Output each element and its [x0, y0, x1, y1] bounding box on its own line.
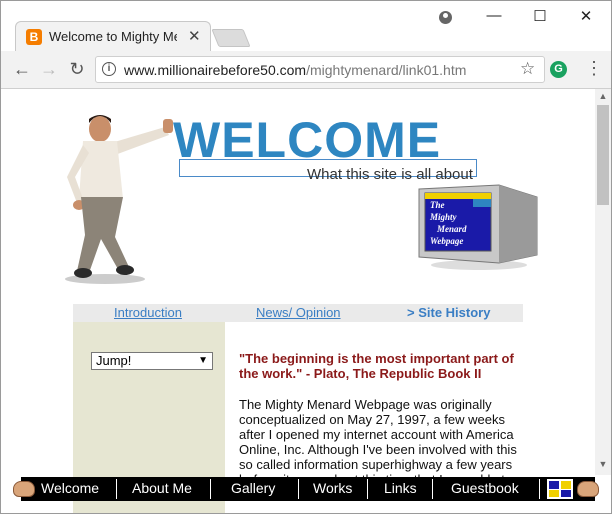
nav-divider	[432, 479, 433, 499]
forward-arrow-icon[interactable]: →	[38, 59, 60, 79]
nav-divider	[116, 479, 117, 499]
scrollbar-thumb[interactable]	[597, 105, 609, 205]
browser-window: B Welcome to Mighty Menard ✕ — ☐ ✕ ← → ↻…	[0, 0, 612, 514]
reload-icon[interactable]: ↻	[66, 59, 88, 79]
nav-gallery[interactable]: Gallery	[231, 480, 275, 496]
dropdown-arrow-icon: ▼	[198, 355, 208, 366]
monitor-logo-line1: The	[430, 200, 445, 210]
man-leaning-image	[65, 115, 173, 284]
jump-selected-value: Jump!	[96, 353, 132, 368]
close-tab-icon[interactable]: ✕	[188, 27, 201, 45]
url-text[interactable]: www.millionairebefore50.com/mightymenard…	[124, 62, 466, 78]
nav-divider	[210, 479, 211, 499]
grammarly-extension-icon[interactable]: G	[550, 61, 567, 78]
tab-title: Welcome to Mighty Menard	[49, 29, 177, 44]
pointing-hand-left-icon	[13, 481, 35, 497]
history-paragraph: The Mighty Menard Webpage was originally…	[239, 397, 517, 487]
account-icon[interactable]	[439, 11, 452, 24]
browser-tab[interactable]: B Welcome to Mighty Menard ✕	[15, 21, 211, 51]
nav-about-me[interactable]: About Me	[132, 480, 192, 496]
minimize-icon[interactable]: —	[484, 7, 504, 24]
tab-strip: B Welcome to Mighty Menard ✕ — ☐ ✕	[1, 1, 611, 51]
nav-guestbook[interactable]: Guestbook	[451, 480, 519, 496]
browser-toolbar: ← → ↻ i www.millionairebefore50.com/migh…	[1, 51, 611, 89]
info-icon[interactable]: i	[102, 62, 116, 76]
vertical-scrollbar[interactable]: ▲ ▼	[595, 89, 611, 475]
nav-works[interactable]: Works	[313, 480, 352, 496]
site-history-label: Site History	[418, 305, 491, 320]
section-menu-bar: Introduction News/ Opinion > Site Histor…	[73, 304, 523, 322]
url-path: /mightymenard/link01.htm	[306, 62, 467, 78]
nav-divider	[298, 479, 299, 499]
scroll-up-icon[interactable]: ▲	[595, 91, 611, 101]
bottom-nav-bar: Welcome About Me Gallery Works Links Gue…	[13, 477, 599, 501]
introduction-link[interactable]: Introduction	[114, 305, 182, 320]
address-bar[interactable]: i www.millionairebefore50.com/mightymena…	[95, 56, 545, 83]
more-menu-icon[interactable]: ⋮	[585, 59, 603, 77]
bookmark-star-icon[interactable]: ☆	[520, 59, 535, 79]
page-viewport: WELCOME What this site is all about The …	[1, 89, 595, 513]
close-window-icon[interactable]: ✕	[576, 7, 596, 25]
nav-welcome[interactable]: Welcome	[41, 480, 99, 496]
site-history-current: > Site History	[407, 305, 490, 320]
pointing-hand-right-icon	[577, 481, 599, 497]
colorful-logo-icon	[547, 479, 573, 499]
back-arrow-icon[interactable]: ←	[11, 59, 33, 79]
monitor-logo-line4: Webpage	[430, 236, 463, 246]
current-marker: >	[407, 305, 415, 320]
nav-divider	[539, 479, 540, 499]
monitor-logo-image: The Mighty Menard Webpage	[418, 184, 538, 270]
url-host: www.millionairebefore50.com	[124, 62, 307, 78]
jump-select[interactable]: Jump! ▼	[91, 352, 213, 370]
monitor-logo-line2: Mighty	[429, 212, 458, 222]
maximize-icon[interactable]: ☐	[530, 7, 550, 25]
nav-divider	[367, 479, 368, 499]
nav-links[interactable]: Links	[384, 480, 417, 496]
scroll-down-icon[interactable]: ▼	[595, 459, 611, 469]
blogger-favicon-icon: B	[26, 29, 42, 45]
new-tab-button[interactable]	[211, 29, 251, 47]
plato-quote: "The beginning is the most important par…	[239, 351, 514, 381]
monitor-logo-line3: Menard	[436, 224, 467, 234]
news-opinion-link[interactable]: News/ Opinion	[256, 305, 341, 320]
